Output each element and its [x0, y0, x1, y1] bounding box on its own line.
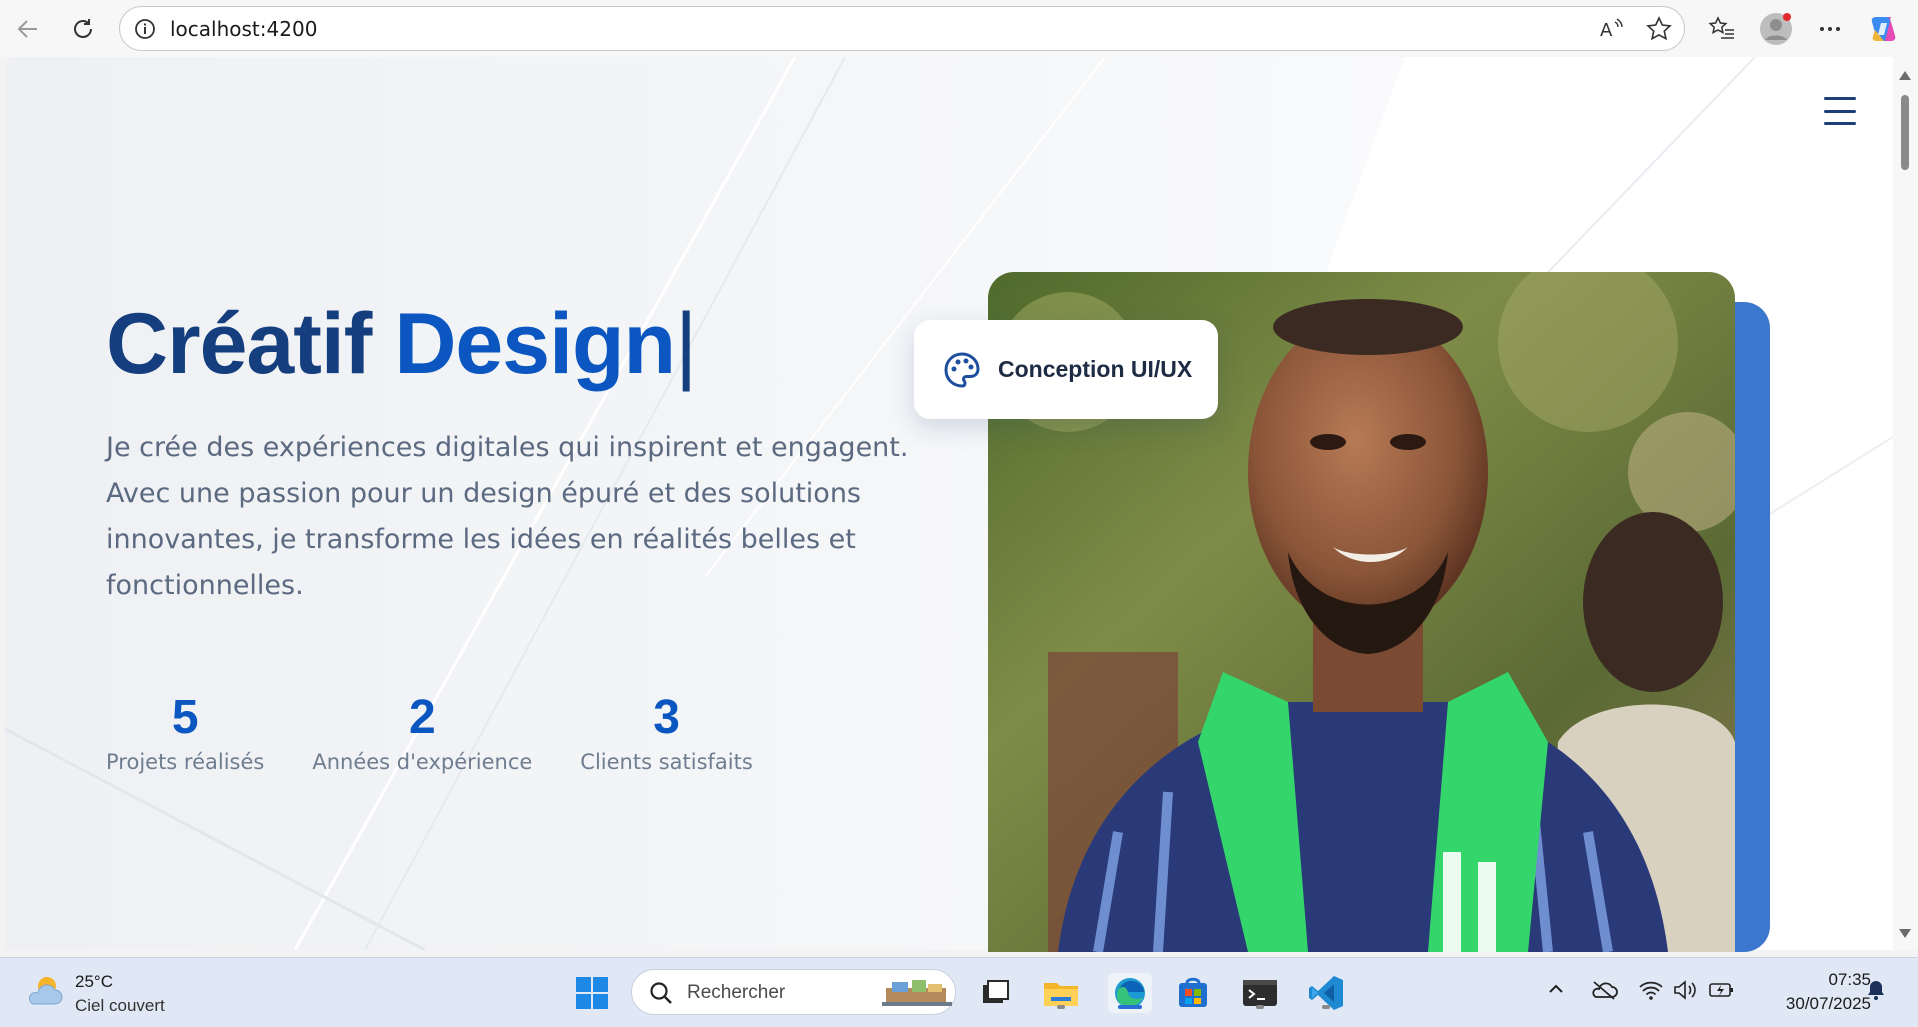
vertical-scrollbar[interactable]	[1893, 57, 1918, 950]
favorite-star-icon[interactable]	[1646, 16, 1672, 47]
skill-badge: Conception UI/UX	[914, 320, 1218, 419]
store-icon	[1179, 977, 1207, 1007]
notification-bell-icon[interactable]	[1864, 978, 1888, 1007]
back-arrow-icon	[17, 20, 37, 38]
active-indicator	[1118, 1005, 1142, 1009]
clock-time[interactable]: 07:35	[1811, 970, 1871, 990]
show-hidden-icons-chevron-icon[interactable]	[1545, 978, 1567, 1005]
battery-charging-icon[interactable]	[1708, 978, 1736, 1007]
url-text[interactable]: localhost:4200	[170, 17, 317, 41]
edge-button[interactable]	[1108, 973, 1152, 1013]
search-highlight-icon	[882, 976, 952, 1015]
skill-badge-label: Conception UI/UX	[998, 356, 1193, 382]
more-menu-button[interactable]	[1812, 11, 1848, 47]
running-indicator	[1256, 1005, 1264, 1009]
copilot-button[interactable]	[1866, 11, 1902, 47]
search-icon	[648, 980, 674, 1011]
hero-title-word-2: Design	[394, 296, 676, 392]
palette-icon	[944, 351, 980, 388]
clock-date[interactable]: 30/07/2025	[1760, 994, 1871, 1014]
hero-title: Créatif Design|	[106, 295, 697, 394]
store-button[interactable]	[1173, 973, 1213, 1013]
stat-label: Clients satisfaits	[580, 750, 753, 774]
scroll-down-arrow-icon[interactable]	[1899, 929, 1911, 938]
hero-title-word-1: Créatif	[106, 296, 372, 392]
start-button[interactable]	[572, 973, 612, 1013]
onedrive-offline-icon[interactable]	[1590, 978, 1618, 1007]
favorites-list-icon	[1708, 16, 1734, 39]
running-indicator	[1057, 1005, 1065, 1009]
search-placeholder[interactable]: Rechercher	[687, 982, 785, 1004]
scroll-up-arrow-icon[interactable]	[1899, 71, 1911, 80]
menu-bar	[1824, 109, 1856, 113]
stat-value: 3	[653, 691, 680, 744]
copilot-icon	[1871, 17, 1896, 41]
stat-value: 5	[171, 691, 199, 744]
favorites-button[interactable]	[1704, 11, 1740, 47]
taskbar-search[interactable]: Rechercher	[631, 969, 956, 1015]
more-dots-icon	[1820, 27, 1840, 31]
typing-cursor: |	[675, 296, 697, 392]
menu-bar	[1824, 97, 1856, 100]
task-view-icon	[983, 980, 1009, 1003]
running-indicator	[1322, 1005, 1330, 1009]
volume-icon[interactable]	[1672, 978, 1698, 1007]
hero-description: Je crée des expériences digitales qui in…	[106, 432, 909, 601]
stat-value: 2	[408, 691, 436, 744]
profile-button[interactable]	[1758, 11, 1794, 47]
refresh-button[interactable]	[65, 11, 101, 47]
svg-text:A: A	[1600, 20, 1613, 41]
back-button[interactable]	[10, 11, 46, 47]
scrollbar-thumb[interactable]	[1901, 95, 1909, 170]
address-bar[interactable]: localhost:4200 A	[119, 6, 1685, 51]
stat-label: Projets réalisés	[106, 750, 265, 774]
weather-icon[interactable]	[25, 974, 65, 1015]
stats-row: 5 Projets réalisés 2 Années d'expérience…	[106, 691, 753, 775]
read-aloud-icon[interactable]: A	[1598, 16, 1624, 47]
stat-projects: 5 Projets réalisés	[106, 691, 265, 775]
profile-avatar-icon	[1760, 13, 1792, 45]
stat-clients: 3 Clients satisfaits	[580, 691, 753, 775]
wifi-icon[interactable]	[1638, 978, 1664, 1007]
taskbar: 25°C Ciel couvert Rechercher 07:35 30/07…	[0, 957, 1918, 1027]
weather-description[interactable]: Ciel couvert	[75, 996, 165, 1016]
windows-logo-icon	[576, 977, 608, 1009]
task-view-button[interactable]	[975, 973, 1015, 1013]
browser-toolbar: localhost:4200 A	[0, 0, 1918, 57]
refresh-icon	[74, 19, 92, 38]
weather-temperature[interactable]: 25°C	[75, 972, 113, 992]
menu-bar	[1824, 122, 1856, 125]
file-explorer-button[interactable]	[1041, 973, 1081, 1013]
site-info-icon[interactable]	[133, 17, 157, 46]
menu-toggle-button[interactable]	[1820, 95, 1860, 127]
terminal-button[interactable]	[1240, 973, 1280, 1013]
stat-label: Années d'expérience	[312, 750, 533, 774]
vscode-button[interactable]	[1306, 973, 1346, 1013]
stat-experience: 2 Années d'expérience	[312, 691, 533, 775]
